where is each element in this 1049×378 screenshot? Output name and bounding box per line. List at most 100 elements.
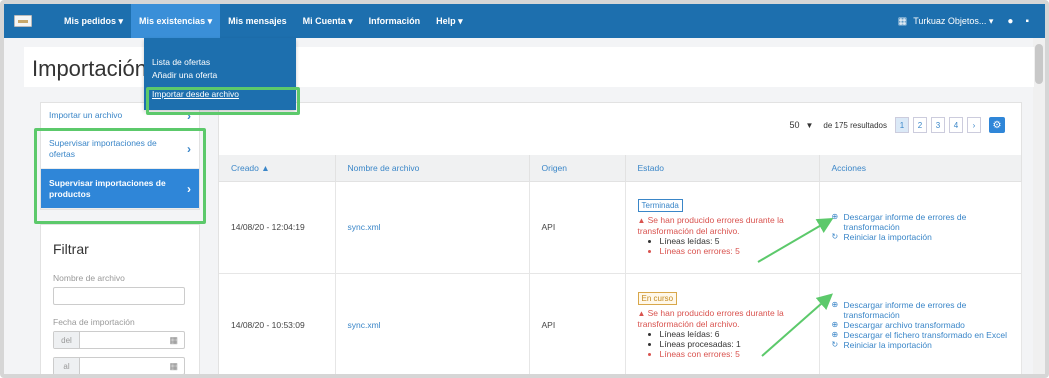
restart-icon: ↻ <box>831 232 839 241</box>
action-label: Reiniciar la importación <box>843 340 932 350</box>
imports-table: Creado ▲ Nombre de archivo Origen Estado… <box>219 155 1022 374</box>
nav-right: ▦ Turkuaz Objetos... ▾ ● ▪ <box>892 4 1045 38</box>
list-item: Líneas procesadas: 1 <box>660 339 819 349</box>
filter-title: Filtrar <box>53 241 89 257</box>
action-label: Reiniciar la importación <box>843 232 932 242</box>
results-count: de 175 resultados <box>823 120 887 130</box>
list-item: Líneas leídas: 6 <box>660 329 819 339</box>
download-icon: ⊕ <box>831 300 839 309</box>
cell-actions: ⊕ Descargar informe de errores de transfo… <box>819 273 1022 374</box>
sidebar-item-label: Supervisar importaciones de productos <box>49 177 166 199</box>
nav-mi-cuenta[interactable]: Mi Cuenta ▾ <box>295 4 361 38</box>
date-to-field[interactable]: al ▦ <box>53 357 185 374</box>
calendar-icon[interactable]: ▦ <box>169 361 178 372</box>
nav-mis-mensajes[interactable]: Mis mensajes <box>220 4 295 38</box>
date-to-prefix: al <box>54 358 80 374</box>
chevron-right-icon: › <box>187 108 191 123</box>
sidebar-item-label: Importar un archivo <box>49 110 123 120</box>
action-restart[interactable]: ↻ Reiniciar la importación <box>832 232 1021 242</box>
error-text: Se han producido errores durante la tran… <box>637 214 784 236</box>
warning-icon: ▲ <box>637 215 648 225</box>
col-header-file: Nombre de archivo <box>335 155 530 182</box>
scrollbar-thumb[interactable] <box>1035 44 1043 84</box>
download-icon: ⊕ <box>831 320 839 329</box>
file-name-input[interactable] <box>53 287 185 305</box>
menu-item-anadir-oferta[interactable]: Añadir una oferta <box>144 69 296 82</box>
settings-icon[interactable]: ⚙ <box>989 117 1005 133</box>
date-from-prefix: del <box>54 332 80 348</box>
page-button-3[interactable]: 3 <box>931 117 945 133</box>
existencias-dropdown: Lista de ofertas Añadir una oferta Impor… <box>144 38 296 110</box>
import-date-label: Fecha de importación <box>53 317 135 327</box>
filter-panel: Filtrar Nombre de archivo Fecha de impor… <box>40 224 200 374</box>
shop-selector[interactable]: Turkuaz Objetos... ▾ <box>913 4 1001 38</box>
line-stats: Líneas leídas: 6 Líneas procesadas: 1 Lí… <box>660 329 819 359</box>
action-label: Descargar informe de errores de transfor… <box>843 300 967 320</box>
list-item: Líneas con errores: 5 <box>660 246 819 256</box>
col-header-status: Estado <box>625 155 820 182</box>
cell-origin: API <box>529 181 626 274</box>
download-icon: ⊕ <box>831 212 839 221</box>
app-window: Mis pedidos ▾ Mis existencias ▾ Mis mens… <box>0 0 1049 378</box>
error-message: ▲ Se han producido errores durante la tr… <box>638 308 819 329</box>
cell-origin: API <box>529 273 626 374</box>
sidebar-item-label: Supervisar importaciones de ofertas <box>49 137 157 159</box>
list-item: Líneas leídas: 5 <box>660 236 819 246</box>
page-button-2[interactable]: 2 <box>913 117 927 133</box>
action-label: Descargar el fichero transformado en Exc… <box>843 330 1007 340</box>
per-page-select[interactable]: 50 <box>789 120 799 130</box>
date-from-field[interactable]: del ▦ <box>53 331 185 349</box>
sidebar-item-supervisar-productos[interactable]: Supervisar importaciones de productos › <box>41 169 199 209</box>
sidebar-item-supervisar-ofertas[interactable]: Supervisar importaciones de ofertas › <box>41 129 199 169</box>
chevron-down-icon[interactable]: ▼ <box>805 121 813 130</box>
page-button-4[interactable]: 4 <box>949 117 963 133</box>
col-header-actions: Acciones <box>819 155 1022 182</box>
action-restart[interactable]: ↻ Reiniciar la importación <box>832 340 1021 350</box>
page-scrollbar[interactable] <box>1033 38 1045 374</box>
user-icon[interactable]: ● <box>1001 16 1019 27</box>
action-download-errors[interactable]: ⊕ Descargar informe de errores de transfo… <box>832 212 1021 232</box>
lock-icon[interactable]: ▪ <box>1019 16 1035 27</box>
cell-created: 14/08/20 - 10:53:09 <box>219 273 336 374</box>
nav-mis-pedidos[interactable]: Mis pedidos ▾ <box>56 4 131 38</box>
cell-created: 14/08/20 - 12:04:19 <box>219 181 336 274</box>
page-button-1[interactable]: 1 <box>895 117 909 133</box>
error-text: Se han producido errores durante la tran… <box>637 307 784 329</box>
col-header-created[interactable]: Creado ▲ <box>219 155 336 182</box>
list-item: Líneas con errores: 5 <box>660 349 819 359</box>
cell-file-link[interactable]: sync.xml <box>335 273 530 374</box>
action-download-errors[interactable]: ⊕ Descargar informe de errores de transfo… <box>832 300 1021 320</box>
col-header-origin: Origen <box>529 155 626 182</box>
menu-item-lista-ofertas[interactable]: Lista de ofertas <box>144 56 296 69</box>
action-label: Descargar archivo transformado <box>843 320 965 330</box>
action-download-excel[interactable]: ⊕ Descargar el fichero transformado en Ex… <box>832 330 1021 340</box>
cell-actions: ⊕ Descargar informe de errores de transfo… <box>819 181 1022 274</box>
error-message: ▲ Se han producido errores durante la tr… <box>638 215 819 236</box>
sidebar: Importar un archivo › Supervisar importa… <box>40 102 200 210</box>
pagination: 50 ▼ de 175 resultados 1 2 3 4 › ⚙ <box>789 117 1005 133</box>
imports-table-card: 50 ▼ de 175 resultados 1 2 3 4 › ⚙ Cread… <box>218 102 1022 374</box>
action-download-transformed[interactable]: ⊕ Descargar archivo transformado <box>832 320 1021 330</box>
table-row: 14/08/20 - 12:04:19 sync.xml API Termina… <box>219 181 1022 274</box>
nav-help[interactable]: Help ▾ <box>428 4 471 38</box>
line-stats: Líneas leídas: 5 Líneas con errores: 5 <box>660 236 819 256</box>
cell-status: Terminada ▲ Se han producido errores dur… <box>625 181 820 274</box>
table-header-row: Creado ▲ Nombre de archivo Origen Estado… <box>219 155 1022 182</box>
menu-item-importar-archivo[interactable]: Importar desde archivo <box>144 88 296 101</box>
status-badge: En curso <box>637 291 678 305</box>
nav-informacion[interactable]: Información <box>361 4 429 38</box>
logo-icon[interactable] <box>14 15 32 27</box>
cell-status: En curso ▲ Se han producido errores dura… <box>625 273 820 374</box>
action-label: Descargar informe de errores de transfor… <box>843 212 967 232</box>
warning-icon: ▲ <box>637 308 648 318</box>
chevron-right-icon: › <box>187 141 191 156</box>
calendar-icon[interactable]: ▦ <box>169 335 178 346</box>
top-navbar: Mis pedidos ▾ Mis existencias ▾ Mis mens… <box>4 4 1045 38</box>
file-name-label: Nombre de archivo <box>53 273 125 283</box>
store-icon: ▦ <box>897 15 908 27</box>
cell-file-link[interactable]: sync.xml <box>335 181 530 274</box>
chevron-right-icon: › <box>187 181 191 196</box>
page-next-button[interactable]: › <box>967 117 981 133</box>
nav-mis-existencias[interactable]: Mis existencias ▾ <box>131 4 221 38</box>
status-badge: Terminada <box>637 198 683 212</box>
